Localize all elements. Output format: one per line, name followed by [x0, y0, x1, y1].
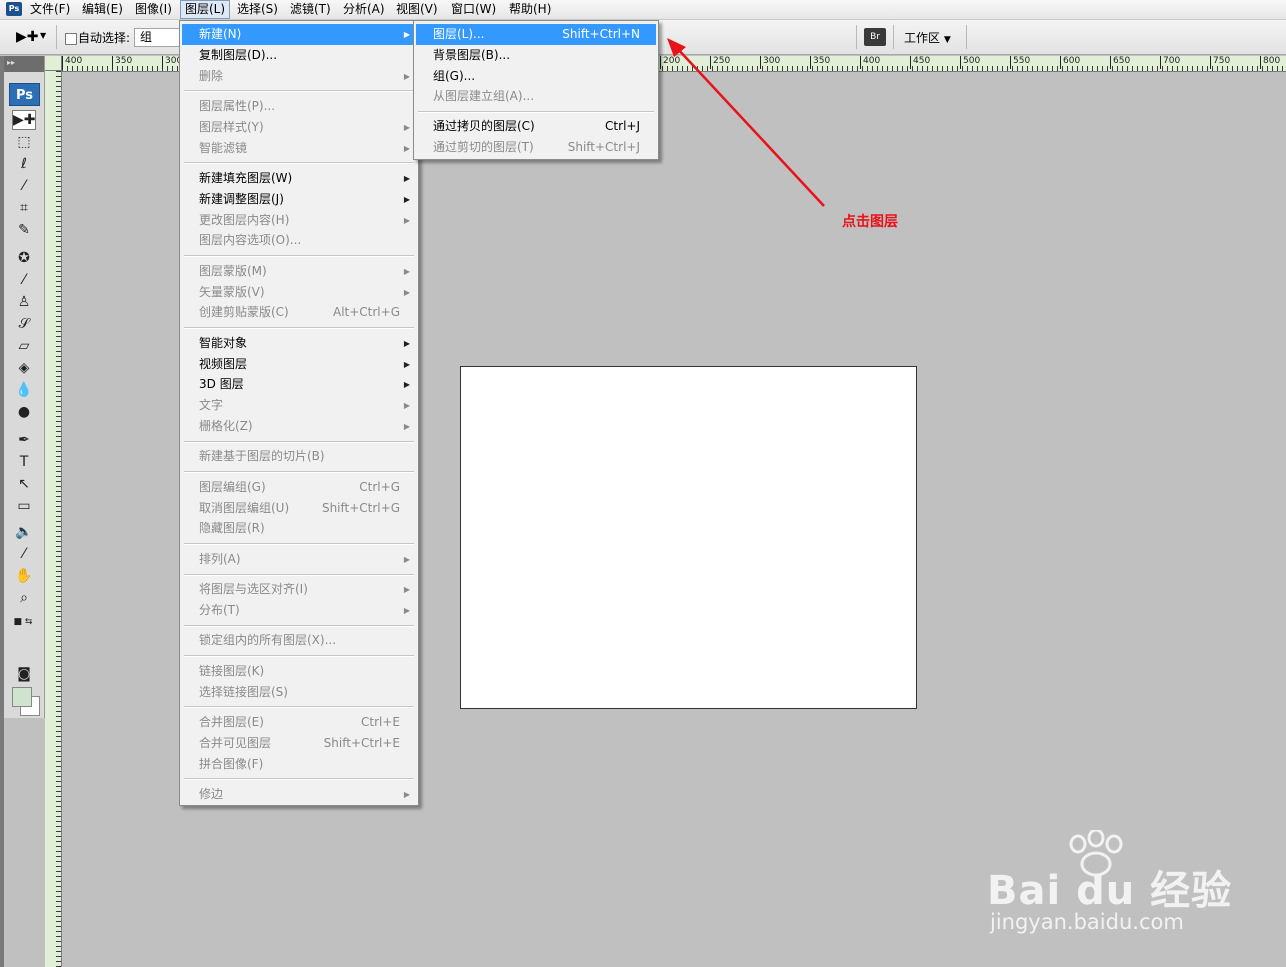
watermark-url: jingyan.baidu.com	[990, 910, 1184, 934]
watermark-logo: Bai du 经验	[987, 868, 1233, 914]
annotation-label: 点击图层	[842, 214, 898, 230]
annotation-arrow	[667, 38, 825, 207]
foreground-color-swatch[interactable]	[12, 687, 32, 707]
